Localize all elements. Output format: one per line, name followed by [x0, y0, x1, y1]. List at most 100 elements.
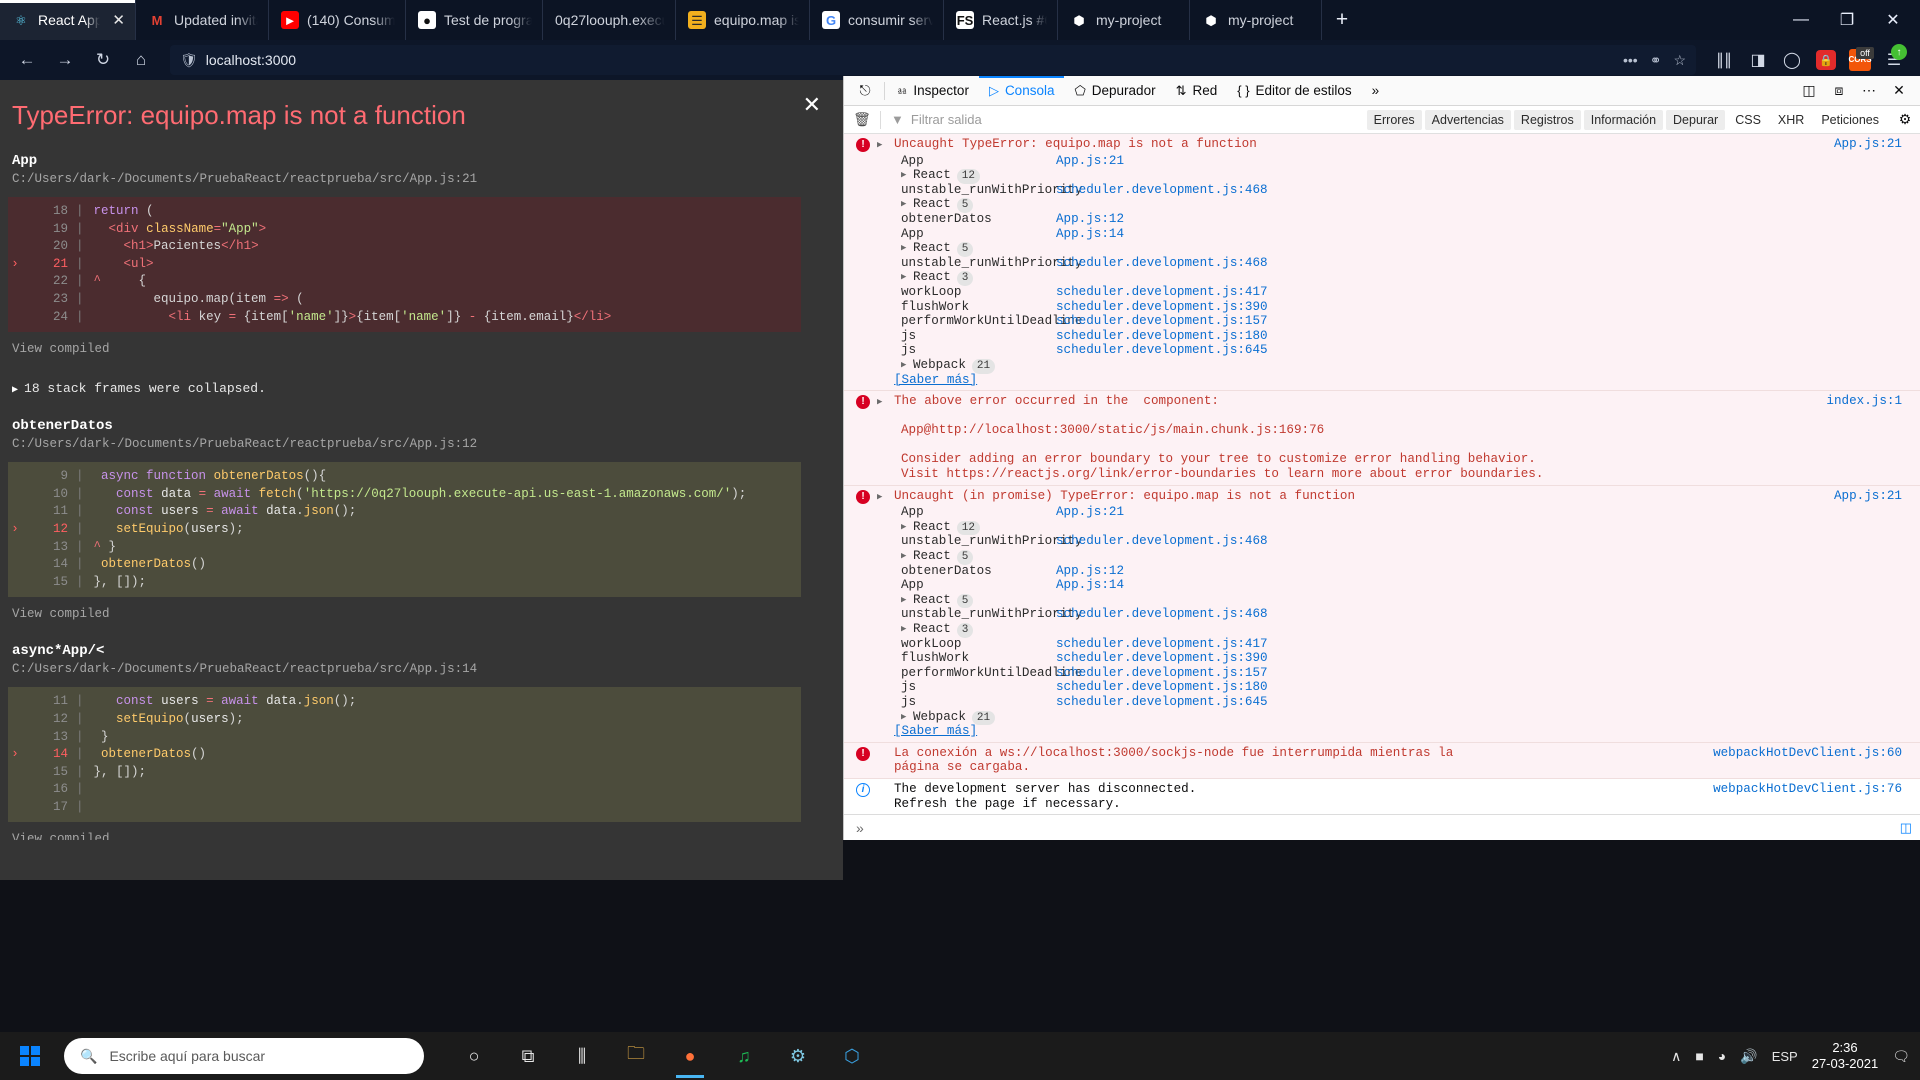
stack-group[interactable]: ▶ React 5 [901, 549, 1902, 565]
expand-arrow-icon[interactable]: ▶ [901, 168, 906, 183]
steam-icon[interactable]: ⚙ [774, 1034, 822, 1078]
tab-style-editor[interactable]: { } Editor de estilos [1227, 76, 1361, 106]
tab-network[interactable]: ⇅ Red [1166, 76, 1228, 106]
message-source-link[interactable]: index.js:1 [1826, 394, 1902, 409]
view-compiled-link[interactable]: View compiled [8, 607, 823, 621]
firefox-icon[interactable]: ● [666, 1034, 714, 1078]
console-message[interactable]: ! ▶ The above error occurred in the compon… [844, 391, 1920, 486]
expand-arrow-icon[interactable]: ▶ [901, 358, 906, 373]
stack-location-link[interactable]: scheduler.development.js:417 [1056, 285, 1268, 300]
star-icon[interactable]: ☆ [1673, 52, 1686, 69]
browser-tab[interactable]: ● Test de programa [406, 0, 543, 40]
taskbar-search-input[interactable]: 🔍 Escribe aquí para buscar [64, 1038, 424, 1074]
stack-location-link[interactable]: App.js:12 [1056, 212, 1124, 227]
spotify-icon[interactable]: ♫ [720, 1034, 768, 1078]
message-source-link[interactable]: App.js:21 [1834, 137, 1902, 152]
layout-toggle-icon[interactable]: ◫ [1794, 76, 1824, 106]
volume-icon[interactable]: 🔊 [1740, 1048, 1757, 1065]
stack-group[interactable]: ▶ React 3 [901, 622, 1902, 638]
console-message[interactable]: ! La conexión a ws://localhost:3000/sockj… [844, 742, 1920, 779]
split-console-icon[interactable]: ◫ [1900, 820, 1912, 836]
browser-tab[interactable]: ⬢ my-project [1190, 0, 1322, 40]
stack-location-link[interactable]: scheduler.development.js:157 [1056, 314, 1268, 329]
console-message[interactable]: i The development server has disconnected… [844, 778, 1920, 814]
notification-icon[interactable]: 🗨 [1892, 1048, 1910, 1065]
stack-location-link[interactable]: App.js:21 [1056, 505, 1124, 520]
filter-xhr[interactable]: XHR [1771, 110, 1811, 130]
library-icon[interactable]: ∥∥ [1708, 45, 1740, 75]
new-tab-button[interactable]: + [1322, 0, 1362, 40]
forward-button[interactable]: → [48, 45, 82, 75]
console-message[interactable]: ! ▶ Uncaught TypeError: equipo.map is not … [844, 134, 1920, 392]
tab-inspector[interactable]: ⎂ Inspector [887, 76, 979, 106]
stack-location-link[interactable]: scheduler.development.js:645 [1056, 343, 1268, 358]
close-devtools-icon[interactable]: ✕ [1884, 76, 1914, 106]
pocket-icon[interactable]: ⚭ [1650, 52, 1662, 69]
stack-location-link[interactable]: App.js:12 [1056, 564, 1124, 579]
overflow-tabs-button[interactable]: » [1362, 76, 1390, 106]
expand-arrow-icon[interactable]: ▶ [877, 490, 882, 505]
filter-css[interactable]: CSS [1728, 110, 1768, 130]
stack-group[interactable]: ▶ React 5 [901, 593, 1902, 609]
expand-arrow-icon[interactable]: ▶ [901, 549, 906, 564]
expand-arrow-icon[interactable]: ▶ [901, 622, 906, 637]
close-window-button[interactable]: ✕ [1870, 0, 1916, 40]
stack-location-link[interactable]: scheduler.development.js:468 [1056, 607, 1268, 622]
more-actions-icon[interactable]: ••• [1623, 52, 1638, 69]
stack-location-link[interactable]: scheduler.development.js:645 [1056, 695, 1268, 710]
learn-more-link[interactable]: [Saber más] [844, 373, 1902, 388]
maximize-restore-button[interactable]: ❐ [1824, 0, 1870, 40]
stack-location-link[interactable]: scheduler.development.js:468 [1056, 256, 1268, 271]
tab-debugger[interactable]: ⬠ Depurador [1064, 76, 1165, 106]
cortana-icon[interactable]: ○ [450, 1034, 498, 1078]
view-compiled-link[interactable]: View compiled [8, 342, 823, 356]
stack-group[interactable]: ▶ React 5 [901, 197, 1902, 213]
account-icon[interactable]: ◯ [1776, 45, 1808, 75]
back-button[interactable]: ← [10, 45, 44, 75]
filter-errores[interactable]: Errores [1366, 109, 1422, 130]
gear-icon[interactable]: ⚙ [1890, 111, 1920, 128]
browser-tab[interactable]: ⚛ React App ✕ [0, 0, 136, 40]
sidebar-icon[interactable]: ◨ [1742, 45, 1774, 75]
message-source-link[interactable]: webpackHotDevClient.js:60 [1713, 746, 1902, 761]
wifi-icon[interactable]: ◕ [1718, 1048, 1726, 1064]
home-button[interactable]: ⌂ [124, 45, 158, 75]
learn-more-link[interactable]: [Saber más] [844, 724, 1902, 739]
filter-advertencias[interactable]: Advertencias [1424, 109, 1511, 130]
expand-arrow-icon[interactable]: ▶ [901, 270, 906, 285]
stack-group[interactable]: ▶ Webpack 21 [901, 358, 1902, 374]
stack-location-link[interactable]: scheduler.development.js:468 [1056, 534, 1268, 549]
console-prompt[interactable]: » ◫ [844, 814, 1920, 840]
browser-tab[interactable]: FS React.js #6: Cons [944, 0, 1058, 40]
reload-button[interactable]: ↻ [86, 45, 120, 75]
expand-arrow-icon[interactable]: ▶ [901, 593, 906, 608]
browser-tab[interactable]: M Updated invitati [136, 0, 269, 40]
minimize-button[interactable]: — [1778, 0, 1824, 40]
browser-tab[interactable]: ► (140) Consumien [269, 0, 406, 40]
stack-location-link[interactable]: scheduler.development.js:180 [1056, 329, 1268, 344]
expand-arrow-icon[interactable]: ▶ [901, 710, 906, 725]
vscode-icon[interactable]: ⬡ [828, 1034, 876, 1078]
expand-arrow-icon[interactable]: ▶ [877, 138, 882, 153]
filter-input[interactable]: ▼ Filtrar salida [881, 112, 1367, 127]
task-view-icon[interactable]: ⧉ [504, 1034, 552, 1078]
stack-location-link[interactable]: scheduler.development.js:157 [1056, 666, 1268, 681]
browser-tab[interactable]: 0q27loouph.execute- [543, 0, 676, 40]
console-message[interactable]: ! ▶ Uncaught (in promise) TypeError: equip… [844, 485, 1920, 743]
console-output[interactable]: ! ▶ Uncaught TypeError: equipo.map is not … [844, 134, 1920, 814]
shield-icon[interactable]: 🛡 [180, 52, 198, 69]
chart-app-icon[interactable]: ⫼ [558, 1034, 606, 1078]
language-indicator[interactable]: ESP [1772, 1049, 1798, 1064]
expand-arrow-icon[interactable]: ▶ [901, 520, 906, 535]
expand-arrow-icon[interactable]: ▶ [901, 197, 906, 212]
stack-group[interactable]: ▶ React 3 [901, 270, 1902, 286]
battery-icon[interactable]: ■ [1695, 1048, 1703, 1064]
tray-chevron-icon[interactable]: ∧ [1671, 1048, 1681, 1065]
file-explorer-icon[interactable]: 🗀 [612, 1034, 660, 1078]
stack-group[interactable]: ▶ React 12 [901, 168, 1902, 184]
shield-badge-icon[interactable]: 🔒 [1810, 45, 1842, 75]
browser-tab[interactable]: ⬢ my-project [1058, 0, 1190, 40]
more-icon[interactable]: ⋯ [1854, 76, 1884, 106]
filter-depurar[interactable]: Depurar [1666, 109, 1726, 130]
element-picker-icon[interactable]: ⎋ [848, 82, 882, 99]
